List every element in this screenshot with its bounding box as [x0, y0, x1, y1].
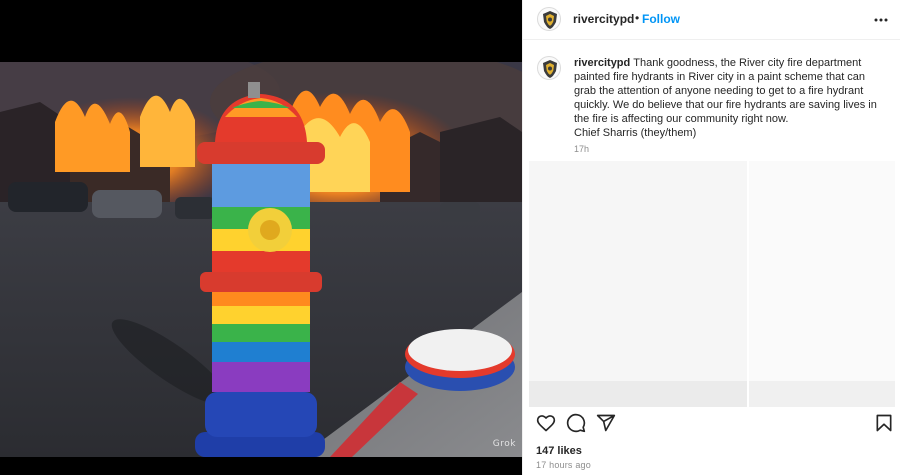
caption-line: rivercitypd Thank goodness, the River cit…	[574, 56, 894, 70]
burning-street-hydrant-illustration	[0, 62, 522, 457]
username[interactable]: rivercitypd	[573, 12, 634, 26]
heart-icon[interactable]	[536, 413, 556, 433]
caption-line: quickly. We do believe that our fire hyd…	[574, 99, 877, 111]
follow-button[interactable]: Follow	[642, 12, 680, 26]
like-count[interactable]: 147 likes	[536, 445, 582, 457]
caption-line-text: Thank goodness, the River city fire depa…	[633, 57, 862, 69]
more-options-icon[interactable]	[873, 12, 889, 28]
placeholder-block	[749, 161, 895, 381]
caption-text: rivercitypd Thank goodness, the River cit…	[574, 56, 894, 140]
comments-placeholder	[529, 161, 895, 409]
post-image[interactable]: Grok	[0, 62, 522, 457]
caption-line: the fire is affecting our community righ…	[574, 113, 789, 125]
action-bar	[523, 411, 900, 435]
police-badge-icon	[543, 11, 557, 29]
image-watermark: Grok	[492, 439, 516, 449]
share-icon[interactable]	[596, 413, 616, 433]
caption-timestamp[interactable]: 17h	[574, 144, 589, 154]
post-header: rivercitypd • Follow	[523, 0, 900, 40]
caption-avatar[interactable]	[537, 56, 561, 80]
post-panel: rivercitypd • Follow rivercitypd Thank go…	[522, 0, 900, 475]
avatar[interactable]	[537, 7, 561, 31]
separator-dot: •	[635, 11, 640, 25]
placeholder-block	[529, 161, 747, 381]
bookmark-icon[interactable]	[874, 413, 894, 433]
post-date[interactable]: 17 hours ago	[536, 460, 591, 470]
comment-icon[interactable]	[566, 413, 586, 433]
placeholder-block	[529, 381, 747, 407]
police-badge-icon	[543, 60, 557, 78]
post-media[interactable]: Grok	[0, 0, 522, 475]
caption-username[interactable]: rivercitypd	[574, 57, 630, 69]
placeholder-block	[749, 381, 895, 407]
caption-line: grab the attention of anyone needing to …	[574, 85, 864, 97]
caption-line: painted fire hydrants in River city in a…	[574, 71, 866, 83]
caption-signature: Chief Sharris (they/them)	[574, 127, 697, 139]
